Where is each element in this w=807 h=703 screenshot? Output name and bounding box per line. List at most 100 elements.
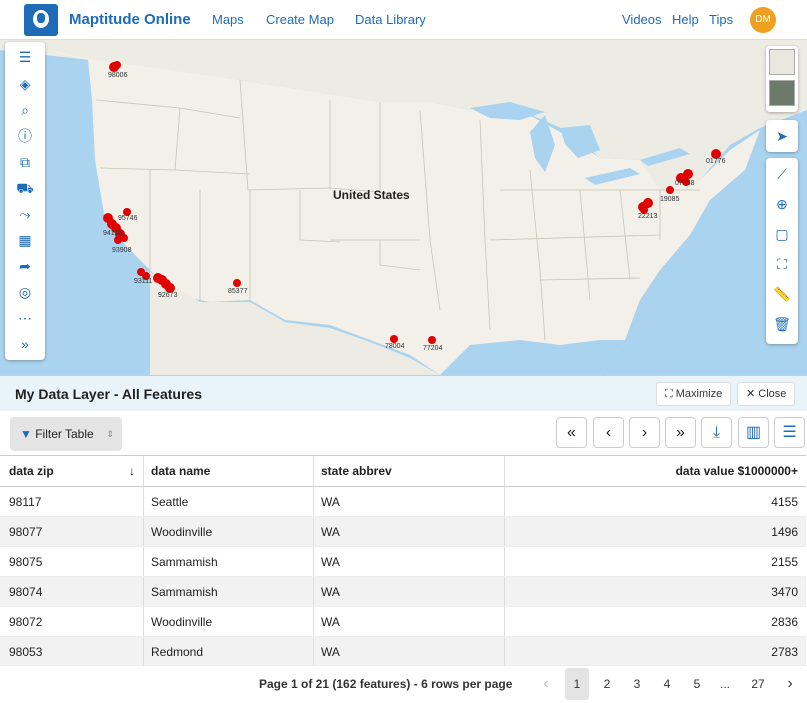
zip-label: 01776	[706, 158, 726, 165]
cell-state: WA	[314, 637, 505, 666]
table-row[interactable]: 98072 Woodinville WA 2836	[0, 607, 806, 637]
expand-icon[interactable]: »	[13, 333, 37, 355]
maptitude-logo-icon[interactable]	[24, 4, 58, 36]
zip-label: 94118	[103, 230, 122, 237]
pager-prev-icon[interactable]: ‹	[534, 668, 558, 700]
cell-state: WA	[314, 487, 505, 516]
first-page-button[interactable]: «	[556, 417, 587, 448]
page-2[interactable]: 2	[595, 668, 619, 700]
data-panel-header: My Data Layer - All Features ⛶ Maximize …	[0, 375, 807, 411]
app-title[interactable]: Maptitude Online	[69, 11, 191, 28]
download-icon[interactable]: ⤓	[701, 417, 732, 448]
cell-zip: 98072	[0, 607, 144, 636]
car-icon[interactable]: ⛟	[13, 177, 37, 199]
table-header-row: data zip ↓ data name state abbrev data va…	[0, 456, 806, 487]
pagination: Page 1 of 21 (162 features) - 6 rows per…	[0, 665, 807, 703]
globe-icon[interactable]: ◎	[13, 281, 37, 303]
cell-state: WA	[314, 517, 505, 546]
zip-label: 77204	[423, 345, 443, 352]
line-tool-icon[interactable]: ⟋	[770, 162, 794, 186]
drawing-tools: ⟋ ⊕ ▢ ⛶ 📏 🗑	[766, 158, 798, 344]
table-row[interactable]: 98077 Woodinville WA 1496	[0, 517, 806, 547]
zip-label: 19085	[660, 196, 680, 203]
ruler-icon[interactable]: 📏	[770, 282, 794, 306]
cell-state: WA	[314, 547, 505, 576]
route-icon[interactable]: ⤳	[13, 203, 37, 225]
table-toolbar: ▼ Filter Table ⇕ « ‹ › » ⤓ ▥ ☰	[0, 411, 807, 455]
data-table: data zip ↓ data name state abbrev data va…	[0, 455, 806, 667]
page-3[interactable]: 3	[625, 668, 649, 700]
zip-label: 22213	[638, 213, 658, 220]
filter-table-select[interactable]: ▼ Filter Table ⇕	[10, 417, 122, 451]
more-icon[interactable]: ⋯	[13, 307, 37, 329]
pointer-icon[interactable]: ➤	[770, 124, 794, 148]
cell-name: Woodinville	[144, 517, 314, 546]
cell-value: 3470	[771, 585, 798, 599]
nav-data-library[interactable]: Data Library	[355, 12, 426, 27]
street-basemap-icon[interactable]	[769, 49, 795, 75]
cell-zip: 98053	[0, 637, 144, 666]
columns-icon[interactable]: ▥	[738, 417, 769, 448]
nav-help[interactable]: Help	[672, 12, 699, 27]
list-icon[interactable]: ☰	[13, 46, 37, 68]
info-icon[interactable]: ⓘ	[13, 125, 37, 147]
filter-icon: ▼	[20, 427, 36, 441]
circle-tool-icon[interactable]: ⊕	[770, 192, 794, 216]
sort-arrow-icon[interactable]: ↓	[129, 456, 135, 486]
cell-value: 2155	[771, 555, 798, 569]
maximize-label: Maximize	[675, 388, 723, 400]
last-page-button[interactable]: »	[665, 417, 696, 448]
polygon-tool-icon[interactable]: ⛶	[770, 252, 794, 276]
cell-value: 4155	[771, 495, 798, 509]
settings-sliders-icon[interactable]: ☰	[774, 417, 805, 448]
next-page-button[interactable]: ›	[629, 417, 660, 448]
map-canvas[interactable]: United States 98006 95746 94118 93908 93…	[0, 40, 807, 375]
table-row[interactable]: 98074 Sammamish WA 3470	[0, 577, 806, 607]
user-avatar[interactable]: DM	[750, 7, 776, 33]
country-label: United States	[333, 188, 410, 202]
maximize-button[interactable]: ⛶ Maximize	[656, 382, 732, 406]
page-27[interactable]: 27	[746, 668, 770, 700]
zip-label: 85377	[228, 288, 248, 295]
nav-videos[interactable]: Videos	[622, 12, 662, 27]
select-tool-group: ➤	[766, 120, 798, 152]
close-button[interactable]: ✕ Close	[737, 382, 796, 406]
cell-value: 2783	[771, 645, 798, 659]
prev-page-button[interactable]: ‹	[593, 417, 624, 448]
add-layer-icon[interactable]: ⧉	[13, 151, 37, 173]
cell-name: Sammamish	[144, 577, 314, 606]
cell-value: 1496	[771, 525, 798, 539]
zip-label: 92673	[158, 292, 178, 299]
cell-zip: 98117	[0, 487, 144, 516]
nav-create-map[interactable]: Create Map	[266, 12, 334, 27]
page-5[interactable]: 5	[685, 668, 709, 700]
top-bar: Maptitude Online Maps Create Map Data Li…	[0, 0, 807, 40]
table-row[interactable]: 98117 Seattle WA 4155	[0, 487, 806, 517]
column-header-value[interactable]: data value $1000000+	[505, 456, 801, 486]
cell-state: WA	[314, 577, 505, 606]
satellite-basemap-icon[interactable]	[769, 80, 795, 106]
layers-icon[interactable]: ◈	[13, 73, 37, 95]
nav-tips[interactable]: Tips	[709, 12, 733, 27]
pagination-info: Page 1 of 21 (162 features) - 6 rows per…	[259, 677, 513, 691]
cell-zip: 98077	[0, 517, 144, 546]
pager-next-icon[interactable]: ›	[778, 668, 802, 700]
share-icon[interactable]: ➦	[13, 255, 37, 277]
search-icon[interactable]: ⌕	[13, 99, 37, 121]
page-4[interactable]: 4	[655, 668, 679, 700]
zip-label: 95746	[118, 215, 138, 222]
column-header-zip[interactable]: data zip ↓	[0, 456, 144, 486]
column-header-state[interactable]: state abbrev	[314, 456, 505, 486]
trash-icon[interactable]: 🗑	[770, 312, 794, 336]
select-arrows-icon: ⇕	[106, 429, 114, 439]
column-header-name[interactable]: data name	[144, 456, 314, 486]
table-row[interactable]: 98053 Redmond WA 2783	[0, 637, 806, 667]
cell-zip: 98075	[0, 547, 144, 576]
maximize-icon: ⛶	[665, 388, 676, 400]
rectangle-tool-icon[interactable]: ▢	[770, 222, 794, 246]
panel-title: My Data Layer - All Features	[15, 386, 202, 402]
grid-icon[interactable]: ▦	[13, 229, 37, 251]
page-1[interactable]: 1	[565, 668, 589, 700]
table-row[interactable]: 98075 Sammamish WA 2155	[0, 547, 806, 577]
nav-maps[interactable]: Maps	[212, 12, 244, 27]
